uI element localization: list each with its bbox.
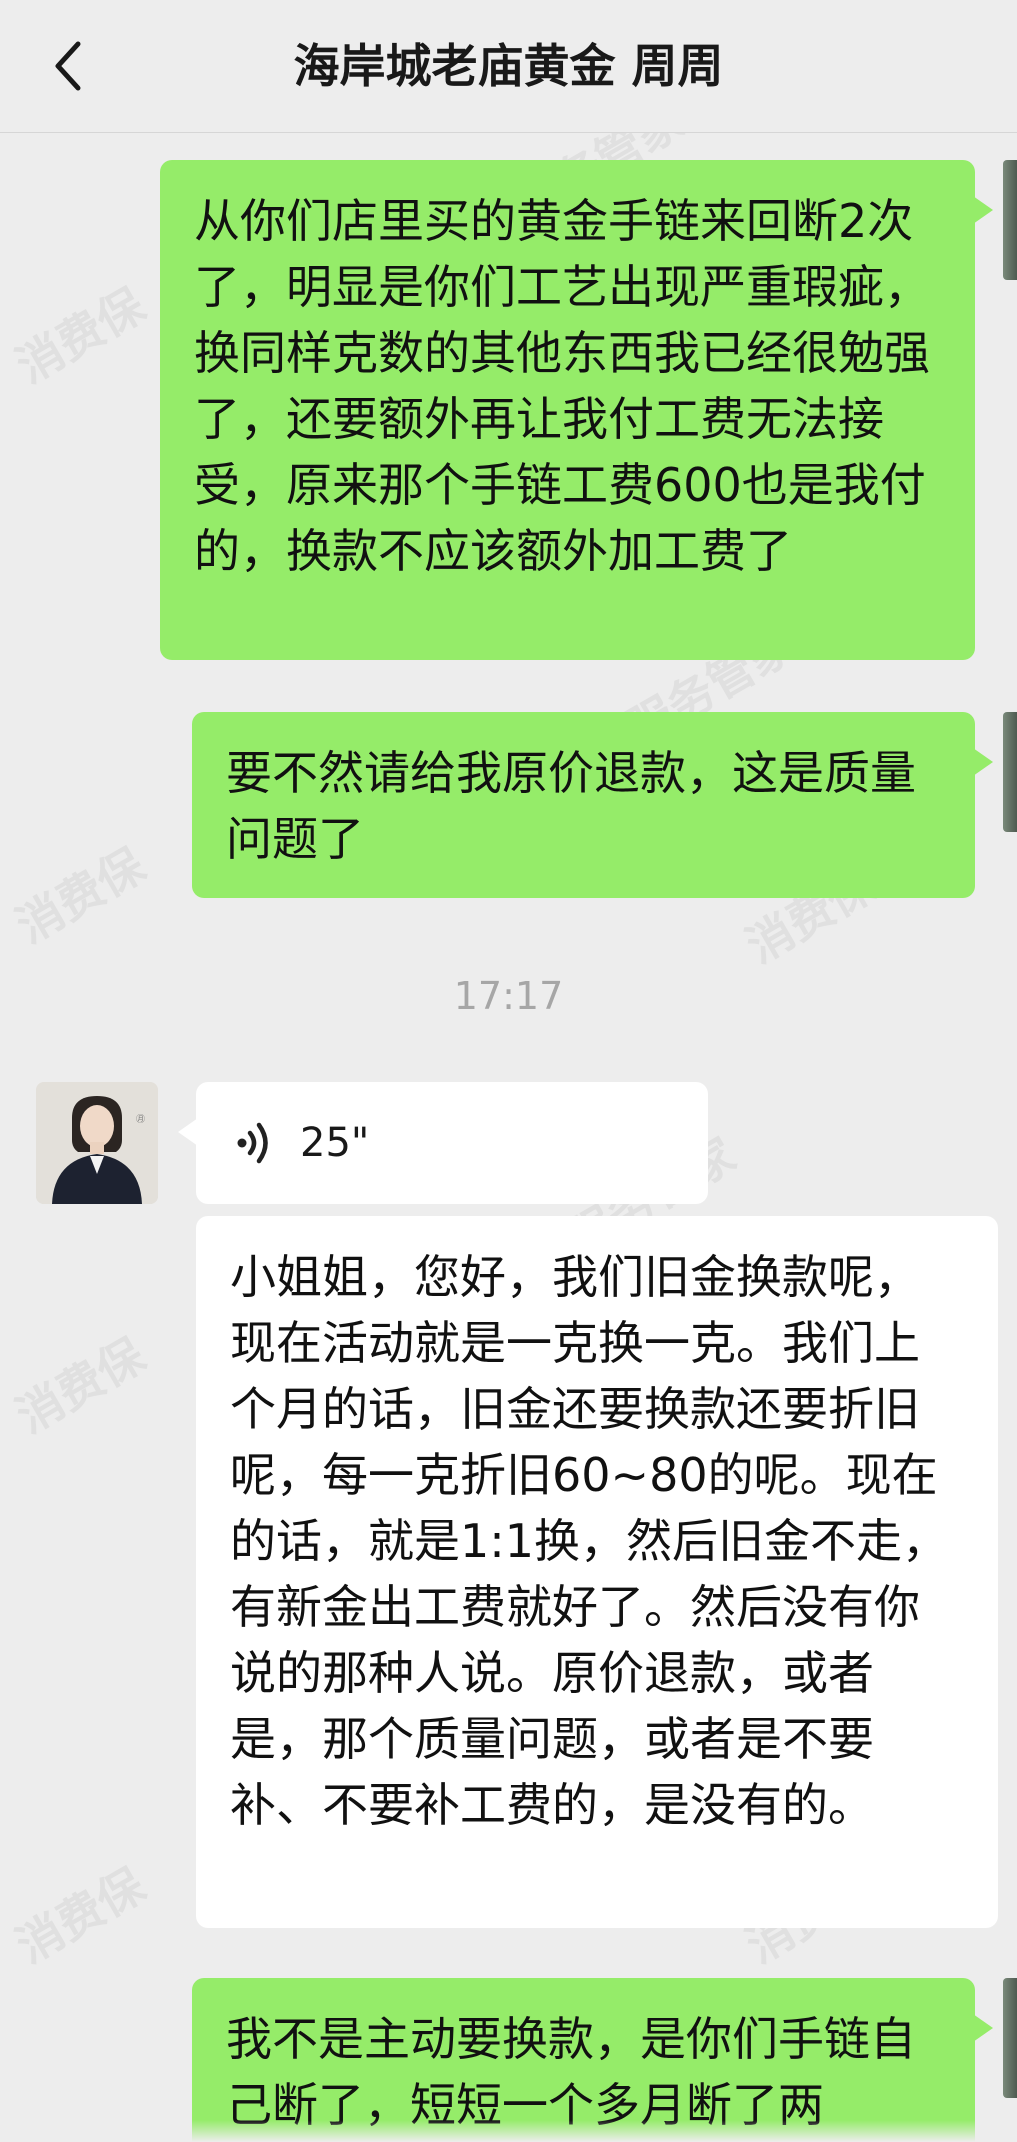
message-text: 小姐姐，您好，我们旧金换款呢，现在活动就是一克换一克。我们上个月的话，旧金还要换… (230, 1250, 949, 1832)
voice-duration: 25" (300, 1120, 370, 1166)
watermark: 消费保 (7, 1857, 154, 1974)
voice-transcript-bubble[interactable]: 小姐姐，您好，我们旧金换款呢，现在活动就是一克换一克。我们上个月的话，旧金还要换… (196, 1216, 998, 1928)
message-timestamp: 17:17 (453, 974, 564, 1018)
chat-screen: 消费保 消费服务管家 您身 消费保 您身边的消费服务管家 消费保 消费保 您身边… (0, 0, 1017, 2142)
self-avatar[interactable] (1003, 1978, 1017, 2098)
message-bubble-sent[interactable]: 我不是主动要换款，是你们手链自己断了，短短一个多月断了两 (192, 1978, 993, 2142)
message-bubble-sent[interactable]: 要不然请给我原价退款，这是质量问题了 (192, 712, 993, 898)
watermark: 消费保 (7, 1327, 154, 1444)
chat-header: 海岸城老庙黄金 周周 (0, 0, 1017, 133)
watermark: 消费保 (7, 837, 154, 954)
self-avatar[interactable] (1003, 712, 1017, 832)
bottom-edge (0, 2120, 1017, 2142)
contact-avatar[interactable]: ㊊ (36, 1082, 158, 1204)
voice-wave-icon (237, 1122, 268, 1164)
message-text: 要不然请给我原价退款，这是质量问题了 (226, 746, 916, 866)
person-avatar-image: ㊊ (36, 1082, 158, 1204)
chat-title: 海岸城老庙黄金 周周 (293, 39, 724, 93)
self-avatar[interactable] (1003, 160, 1017, 280)
watermark: 消费保 (7, 277, 154, 394)
voice-message-bubble[interactable]: 25" (178, 1082, 708, 1204)
message-text: 从你们店里买的黄金手链来回断2次了，明显是你们工艺出现严重瑕疵，换同样克数的其他… (194, 194, 930, 578)
message-bubble-sent[interactable]: 从你们店里买的黄金手链来回断2次了，明显是你们工艺出现严重瑕疵，换同样克数的其他… (160, 160, 993, 660)
svg-text:㊊: ㊊ (136, 1114, 145, 1125)
message-text: 我不是主动要换款，是你们手链自己断了，短短一个多月断了两 (226, 2012, 916, 2132)
